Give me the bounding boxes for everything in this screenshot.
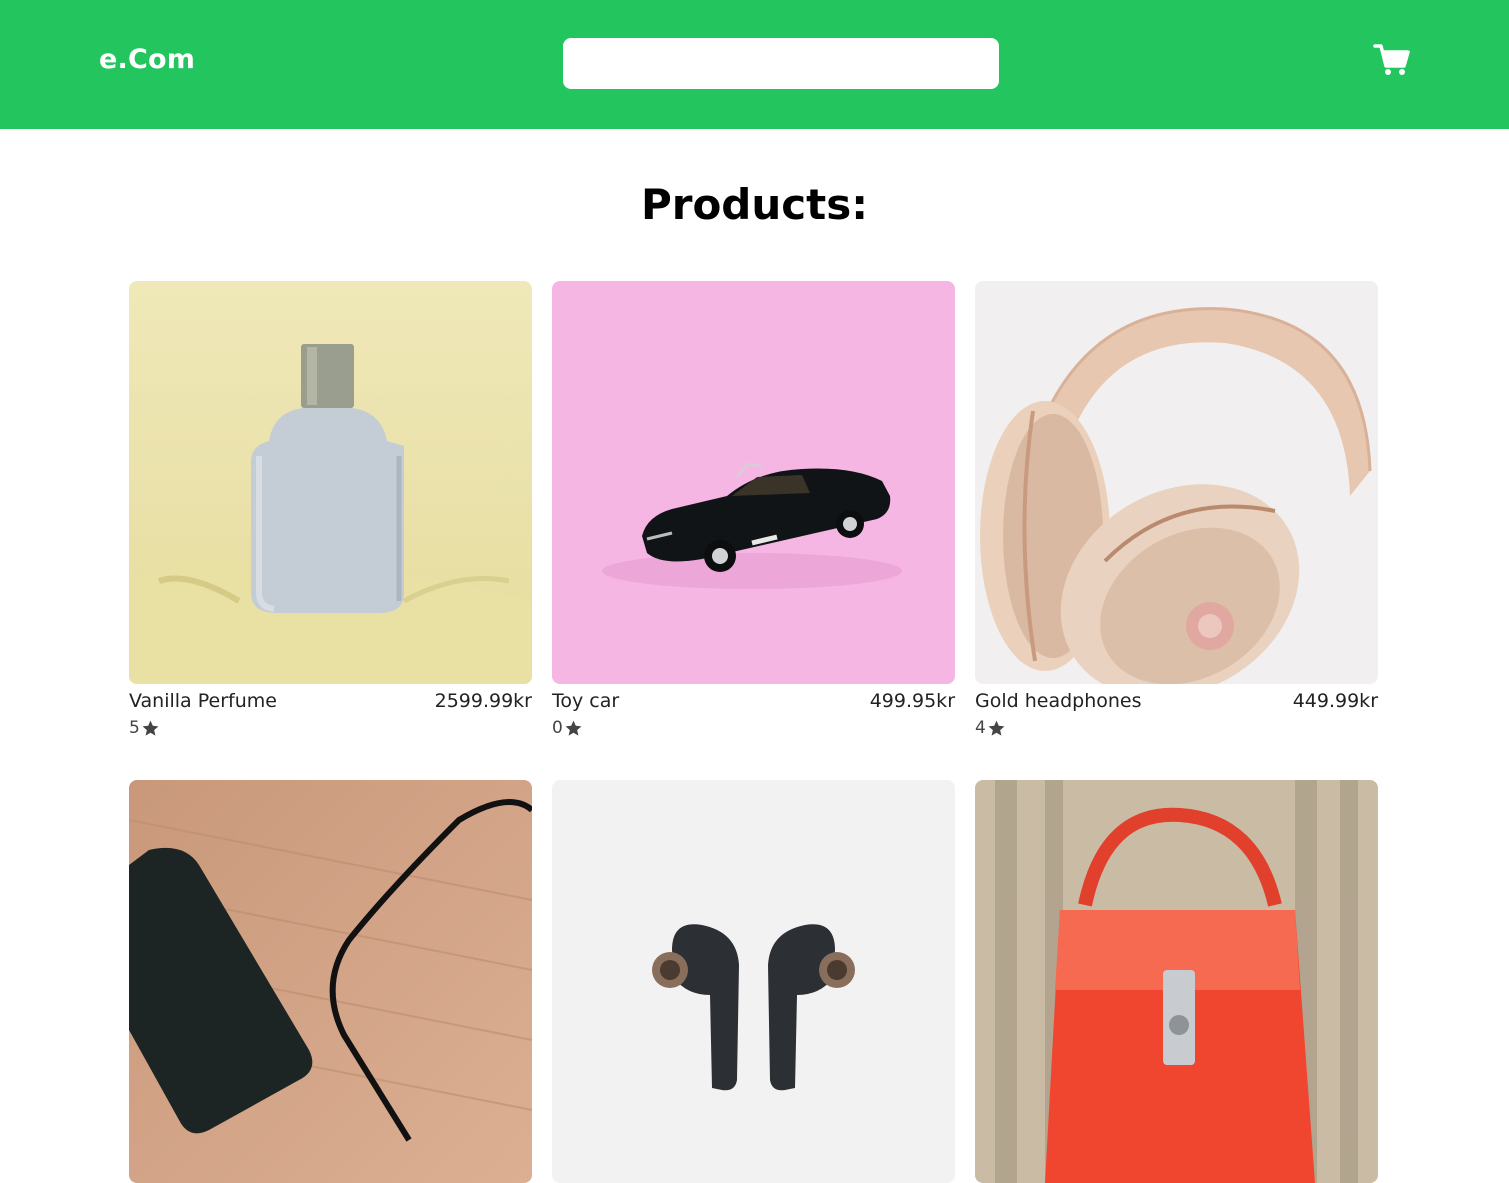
- rating-value: 4: [975, 718, 986, 738]
- perfume-bottle-image[interactable]: [129, 281, 532, 684]
- product-card[interactable]: Vanilla Perfume 2599.99kr 5: [129, 281, 532, 740]
- product-rating: 5: [129, 716, 532, 740]
- brand-logo[interactable]: e.Com: [99, 44, 195, 75]
- product-card[interactable]: [975, 780, 1378, 1183]
- rating-value: 0: [552, 718, 563, 738]
- product-rating: 4: [975, 716, 1378, 740]
- product-name: Toy car: [552, 690, 620, 712]
- star-icon: [142, 720, 159, 736]
- star-icon: [565, 720, 582, 736]
- product-price: 449.99kr: [1292, 690, 1378, 712]
- product-card[interactable]: [552, 780, 955, 1183]
- shopping-cart-icon[interactable]: [1372, 40, 1412, 80]
- product-name: Gold headphones: [975, 690, 1142, 712]
- product-card[interactable]: Gold headphones 449.99kr 4: [975, 281, 1378, 740]
- handbag-image[interactable]: [975, 780, 1378, 1183]
- product-rating: 0: [552, 716, 955, 740]
- star-icon: [988, 720, 1005, 736]
- phone-charger-image[interactable]: [129, 780, 532, 1183]
- search-input[interactable]: [563, 38, 999, 89]
- navbar: e.Com: [0, 0, 1509, 129]
- page-title: Products:: [640, 180, 869, 229]
- product-name: Vanilla Perfume: [129, 690, 277, 712]
- product-card[interactable]: Toy car 499.95kr 0: [552, 281, 955, 740]
- product-price: 2599.99kr: [434, 690, 532, 712]
- product-card[interactable]: [129, 780, 532, 1183]
- headphones-image[interactable]: [975, 281, 1378, 684]
- toy-car-image[interactable]: [552, 281, 955, 684]
- rating-value: 5: [129, 718, 140, 738]
- product-price: 499.95kr: [869, 690, 955, 712]
- earbuds-image[interactable]: [552, 780, 955, 1183]
